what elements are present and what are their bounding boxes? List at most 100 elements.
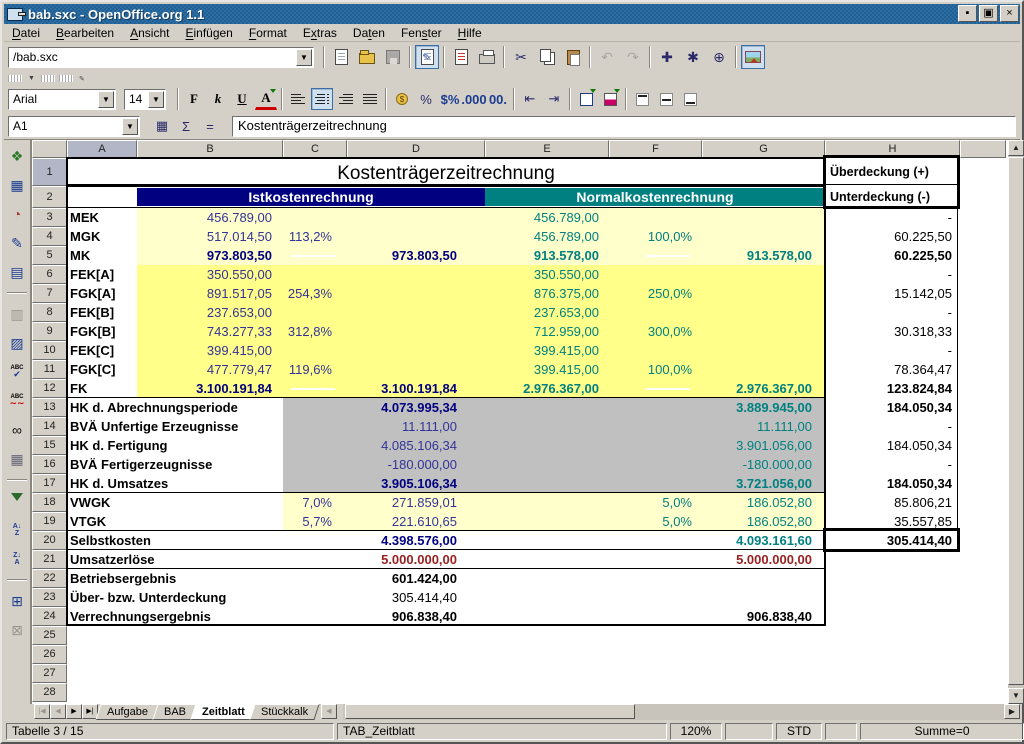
cell-D18[interactable]: 271.859,01 xyxy=(347,493,485,512)
cell-A1[interactable]: Kostenträgerzeitrechnung xyxy=(67,158,825,186)
autofilter-icon[interactable] xyxy=(5,489,29,513)
autospellcheck-icon[interactable]: ABC∼∼ xyxy=(5,389,29,413)
cell-D21[interactable]: 5.000.000,00 xyxy=(347,550,485,569)
cell-C9[interactable]: 312,8% xyxy=(283,322,347,341)
cell-H4[interactable]: 60.225,50 xyxy=(825,227,960,246)
equals-icon[interactable]: = xyxy=(199,115,221,137)
cell-H7[interactable]: 15.142,05 xyxy=(825,284,960,303)
prev-sheet-button[interactable]: ◀ xyxy=(50,704,66,719)
row-header-21[interactable]: 21 xyxy=(32,550,67,569)
row-header-3[interactable]: 3 xyxy=(32,208,67,227)
col-header-D[interactable]: D xyxy=(347,140,485,158)
toolbar-grip-icon[interactable] xyxy=(59,75,73,82)
autoformat-icon[interactable]: ▨ xyxy=(5,331,29,355)
cell-B3[interactable]: 456.789,00 xyxy=(137,208,283,227)
cell-D5[interactable]: 973.803,50 xyxy=(347,246,485,265)
cell-A12[interactable]: FK xyxy=(67,379,137,398)
row-header-27[interactable]: 27 xyxy=(32,664,67,683)
menu-format[interactable]: Format xyxy=(241,24,295,42)
row-header-26[interactable]: 26 xyxy=(32,645,67,664)
cell-B2[interactable]: Istkostenrechnung xyxy=(137,188,485,206)
cell-B9[interactable]: 743.277,33 xyxy=(137,322,283,341)
menu-ansicht[interactable]: Ansicht xyxy=(122,24,177,42)
undo-icon[interactable]: ↶ xyxy=(595,45,619,69)
row-header-25[interactable]: 25 xyxy=(32,626,67,645)
cell-H10[interactable]: - xyxy=(825,341,960,360)
cell-A11[interactable]: FGK[C] xyxy=(67,360,137,379)
gallery-icon[interactable] xyxy=(741,45,765,69)
row-header-16[interactable]: 16 xyxy=(32,455,67,474)
italic-button[interactable]: k xyxy=(207,88,229,110)
copy-icon[interactable] xyxy=(535,45,559,69)
row-header-11[interactable]: 11 xyxy=(32,360,67,379)
align-justify-button[interactable] xyxy=(359,88,381,110)
cell-B11[interactable]: 477.779,47 xyxy=(137,360,283,379)
cell-A20[interactable]: Selbstkosten xyxy=(67,531,283,550)
navigator-icon[interactable]: ✚ xyxy=(655,45,679,69)
row-header-2[interactable]: 2 xyxy=(32,186,67,208)
formula-input[interactable]: Kostenträgerzeitrechnung xyxy=(232,116,1016,137)
cell-H11[interactable]: 78.364,47 xyxy=(825,360,960,379)
row-header-13[interactable]: 13 xyxy=(32,398,67,417)
cell-A6[interactable]: FEK[A] xyxy=(67,265,137,284)
cell-A17[interactable]: HK d. Umsatzes xyxy=(67,474,283,493)
cell-H15[interactable]: 184.050,34 xyxy=(825,436,960,455)
hyperlink-icon[interactable]: ⊕ xyxy=(707,45,731,69)
cell-H13[interactable]: 184.050,34 xyxy=(825,398,960,417)
cell-A21[interactable]: Umsatzerlöse xyxy=(67,550,283,569)
sum-icon[interactable]: Σ xyxy=(175,115,197,137)
cell-H8[interactable]: - xyxy=(825,303,960,322)
cell-G16[interactable]: -180.000,00 xyxy=(702,455,825,474)
cell-H14[interactable]: - xyxy=(825,417,960,436)
cell-D13[interactable]: 4.073.995,34 xyxy=(347,398,485,417)
row-header-1[interactable]: 1 xyxy=(32,158,67,186)
cell-G20[interactable]: 4.093.161,60 xyxy=(702,531,825,550)
menu-bearbeiten[interactable]: Bearbeiten xyxy=(48,24,122,42)
align-center-button[interactable] xyxy=(311,88,333,110)
find-icon[interactable]: ∞ xyxy=(5,418,29,442)
decrease-indent-button[interactable]: ⇤ xyxy=(519,88,541,110)
row-header-18[interactable]: 18 xyxy=(32,493,67,512)
row-header-10[interactable]: 10 xyxy=(32,341,67,360)
cell-G17[interactable]: 3.721.056,00 xyxy=(702,474,825,493)
print-icon[interactable] xyxy=(475,45,499,69)
percent-button[interactable]: % xyxy=(415,88,437,110)
currency-button[interactable]: $ xyxy=(391,88,413,110)
scroll-right-button[interactable]: ▶ xyxy=(1004,704,1020,719)
menu-extras[interactable]: Extras xyxy=(295,24,345,42)
collapse-toolbar-icon[interactable]: ▼ xyxy=(26,75,37,82)
cell-A22[interactable]: Betriebsergebnis xyxy=(67,569,283,588)
cell-E4[interactable]: 456.789,00 xyxy=(485,227,609,246)
cell-A19[interactable]: VTGK xyxy=(67,512,137,531)
cell-B6[interactable]: 350.550,00 xyxy=(137,265,283,284)
cell-F9[interactable]: 300,0% xyxy=(609,322,702,341)
cell-D22[interactable]: 601.424,00 xyxy=(347,569,485,588)
row-header-9[interactable]: 9 xyxy=(32,322,67,341)
edit-file-icon[interactable] xyxy=(415,45,439,69)
minimize-button[interactable]: ▪ xyxy=(958,5,977,22)
row-header-17[interactable]: 17 xyxy=(32,474,67,493)
cell-A3[interactable]: MEK xyxy=(67,208,137,227)
cell-D20[interactable]: 4.398.576,00 xyxy=(347,531,485,550)
row-header-14[interactable]: 14 xyxy=(32,417,67,436)
col-header-F[interactable]: F xyxy=(609,140,702,158)
cell-E5[interactable]: 913.578,00 xyxy=(485,246,609,265)
restore-button[interactable]: ▣ xyxy=(979,5,998,22)
cell-C19[interactable]: 5,7% xyxy=(283,512,347,531)
url-value[interactable]: /bab.sxc xyxy=(9,50,295,64)
url-dropdown-button[interactable]: ▼ xyxy=(296,49,312,66)
cell-B8[interactable]: 237.653,00 xyxy=(137,303,283,322)
cell-A23[interactable]: Über- bzw. Unterdeckung xyxy=(67,588,283,607)
cell-G19[interactable]: 186.052,80 xyxy=(702,512,825,531)
menu-einfügen[interactable]: Einfügen xyxy=(177,24,240,42)
cell-A16[interactable]: BVÄ Fertigerzeugnisse xyxy=(67,455,283,474)
cell-E3[interactable]: 456.789,00 xyxy=(485,208,609,227)
datasources-icon[interactable]: ▦ xyxy=(5,447,29,471)
cell-reference-box[interactable]: A1 ▼ xyxy=(8,116,140,137)
first-sheet-button[interactable]: |◀ xyxy=(34,704,50,719)
sheet-tab-stueckkalk[interactable]: Stückkalk xyxy=(249,704,319,720)
row-header-22[interactable]: 22 xyxy=(32,569,67,588)
row-header-4[interactable]: 4 xyxy=(32,227,67,246)
function-wizard-icon[interactable]: ▦ xyxy=(151,115,173,137)
pen-icon[interactable]: ✎ xyxy=(77,75,87,83)
